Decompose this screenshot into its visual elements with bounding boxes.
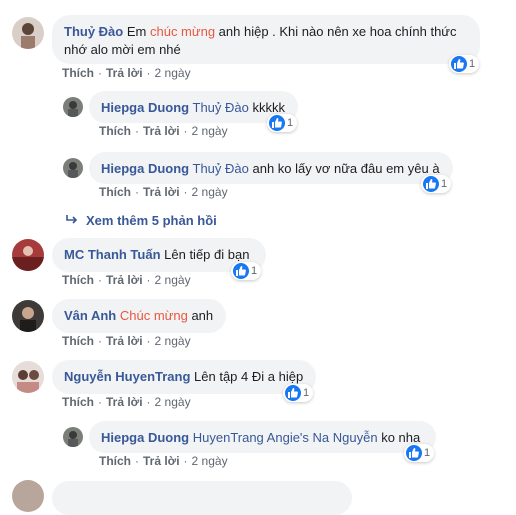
comment-bubble: Nguyễn HuyenTrang Lên tập 4 Đi a hiệp <box>52 360 316 394</box>
like-icon <box>285 385 301 401</box>
avatar[interactable] <box>63 427 83 447</box>
timestamp[interactable]: 2 ngày <box>155 395 191 409</box>
reaction-count[interactable]: 1 <box>283 384 314 402</box>
reply-link[interactable]: Trả lời <box>106 273 143 287</box>
avatar[interactable] <box>12 239 44 271</box>
comment-author[interactable]: Nguyễn HuyenTrang <box>64 369 190 384</box>
like-link[interactable]: Thích <box>99 454 131 468</box>
reply-link[interactable]: Trả lời <box>106 334 143 348</box>
reaction-count[interactable]: 1 <box>449 55 480 73</box>
reaction-count[interactable]: 1 <box>267 114 298 132</box>
avatar[interactable] <box>12 17 44 49</box>
comment-text: anh ko lấy vơ nữa đâu em yêu à <box>248 161 440 176</box>
like-icon <box>451 56 467 72</box>
comment-text-line2: nhớ alo mời em nhé <box>64 42 181 57</box>
like-link[interactable]: Thích <box>62 66 94 80</box>
like-link[interactable]: Thích <box>99 124 131 138</box>
like-icon <box>269 115 285 131</box>
comment-author[interactable]: Vân Anh <box>64 308 116 323</box>
reply-bubble: Hiepga Duong Thuỷ Đào anh ko lấy vơ nữa … <box>89 152 453 184</box>
timestamp[interactable]: 2 ngày <box>155 66 191 80</box>
comment-actions: Thích · Trả lời · 2 ngày <box>99 454 228 468</box>
timestamp[interactable]: 2 ngày <box>192 124 228 138</box>
comment-bubble <box>52 481 352 515</box>
like-link[interactable]: Thích <box>99 185 131 199</box>
comment-text: Lên tiếp đi bạn <box>160 247 250 262</box>
avatar[interactable] <box>12 361 44 393</box>
timestamp[interactable]: 2 ngày <box>192 185 228 199</box>
comment-bubble: Thuỷ Đào Em chúc mừng anh hiệp . Khi nào… <box>52 15 480 64</box>
comment-author[interactable]: Hiepga Duong <box>101 100 189 115</box>
timestamp[interactable]: 2 ngày <box>155 334 191 348</box>
like-link[interactable]: Thích <box>62 334 94 348</box>
comment-actions: Thích · Trả lời · 2 ngày <box>99 124 228 138</box>
comment-author[interactable]: MC Thanh Tuấn <box>64 247 161 262</box>
view-more-replies-label: Xem thêm 5 phản hồi <box>86 213 217 228</box>
comment-actions: Thích · Trả lời · 2 ngày <box>62 395 191 409</box>
comment-actions: Thích · Trả lời · 2 ngày <box>62 334 191 348</box>
comment-actions: Thích · Trả lời · 2 ngày <box>99 185 228 199</box>
tagged-user[interactable]: HuyenTrang Angie's Na Nguyễn <box>193 430 378 445</box>
reaction-count[interactable]: 1 <box>421 175 452 193</box>
reply-link[interactable]: Trả lời <box>143 124 180 138</box>
comment-text: Lên tập 4 Đi a hiệp <box>190 369 304 384</box>
comment-text: ko nha <box>377 430 421 445</box>
comment-text: Em chúc mừng anh hiệp . Khi nào nên xe h… <box>126 24 457 39</box>
reaction-count[interactable]: 1 <box>404 444 435 462</box>
comment-author[interactable]: Thuỷ Đào <box>64 24 123 39</box>
like-link[interactable]: Thích <box>62 273 94 287</box>
reply-link[interactable]: Trả lời <box>143 185 180 199</box>
reaction-count[interactable]: 1 <box>231 262 262 280</box>
reply-link[interactable]: Trả lời <box>106 66 143 80</box>
comment-text: kkkkk <box>248 100 285 115</box>
tagged-user[interactable]: Thuỷ Đào <box>193 100 249 115</box>
comment-actions: Thích · Trả lời · 2 ngày <box>62 66 191 80</box>
reply-bubble: Hiepga Duong Thuỷ Đào kkkkk <box>89 91 298 123</box>
like-link[interactable]: Thích <box>62 395 94 409</box>
timestamp[interactable]: 2 ngày <box>155 273 191 287</box>
avatar[interactable] <box>12 300 44 332</box>
like-icon <box>233 263 249 279</box>
reply-link[interactable]: Trả lời <box>106 395 143 409</box>
comment-author[interactable]: Hiepga Duong <box>101 161 189 176</box>
comment-bubble: Vân Anh Chúc mừng anh <box>52 299 226 333</box>
avatar[interactable] <box>63 158 83 178</box>
reply-arrow-icon <box>66 213 78 228</box>
like-icon <box>423 176 439 192</box>
comment-text: Chúc mừng anh <box>119 308 214 323</box>
timestamp[interactable]: 2 ngày <box>192 454 228 468</box>
avatar[interactable] <box>63 97 83 117</box>
avatar[interactable] <box>12 480 44 512</box>
like-icon <box>406 445 422 461</box>
reply-link[interactable]: Trả lời <box>143 454 180 468</box>
view-more-replies-link[interactable]: Xem thêm 5 phản hồi <box>66 213 217 228</box>
comment-actions: Thích · Trả lời · 2 ngày <box>62 273 191 287</box>
tagged-user[interactable]: Thuỷ Đào <box>193 161 249 176</box>
reply-bubble: Hiepga Duong HuyenTrang Angie's Na Nguyễ… <box>89 421 436 453</box>
comment-author[interactable]: Hiepga Duong <box>101 430 189 445</box>
